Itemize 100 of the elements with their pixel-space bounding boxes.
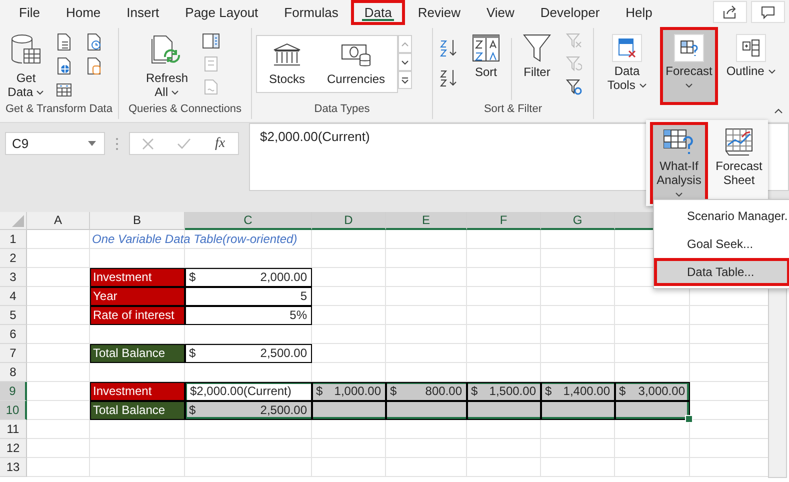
filter-refresh-icon bbox=[566, 56, 582, 72]
refresh-all-button[interactable]: Refresh All bbox=[139, 30, 195, 102]
ribbon-tab[interactable]: Insert bbox=[114, 0, 172, 25]
check-icon bbox=[177, 138, 191, 150]
ribbon-tab[interactable]: Formulas bbox=[271, 0, 352, 25]
ribbon-tab[interactable]: Page Layout bbox=[172, 0, 272, 25]
row-header[interactable]: 6 bbox=[0, 325, 27, 344]
table-cell: Investment bbox=[90, 382, 185, 401]
close-icon bbox=[142, 138, 154, 150]
ribbon-tab[interactable]: Review bbox=[404, 0, 474, 25]
name-box[interactable]: C9 bbox=[5, 132, 105, 155]
row-header[interactable]: 7 bbox=[0, 344, 27, 363]
document-icon bbox=[56, 33, 72, 51]
fill-handle[interactable] bbox=[685, 415, 693, 423]
document-database-icon bbox=[86, 57, 102, 75]
get-data-button[interactable]: Get Data bbox=[4, 30, 48, 102]
cell-value: 2,500.00 bbox=[260, 345, 307, 362]
insert-function-button[interactable]: fx bbox=[207, 134, 233, 154]
cell-value: 5 bbox=[300, 288, 307, 305]
table-delete-icon bbox=[617, 37, 637, 59]
cell-value: 5% bbox=[290, 307, 307, 324]
ribbon-button[interactable]: Forecast bbox=[660, 27, 718, 105]
column-header[interactable]: D bbox=[312, 212, 386, 230]
column-header[interactable]: F bbox=[467, 212, 541, 230]
ribbon-button[interactable]: What-If Analysis bbox=[650, 122, 708, 204]
table-cell: Total Balance bbox=[90, 344, 185, 363]
pane-icon bbox=[202, 33, 220, 49]
currency-symbol: $ bbox=[390, 383, 397, 400]
cell-value: 2,000.00 bbox=[260, 269, 307, 286]
group-label: Queries & Connections bbox=[127, 103, 243, 117]
group-label: Data Types bbox=[313, 103, 371, 117]
ribbon-tab[interactable]: File bbox=[6, 0, 53, 25]
menu-item[interactable]: Scenario Manager. bbox=[654, 202, 789, 230]
table-cell: Total Balance bbox=[90, 401, 185, 420]
menu-item[interactable]: Data Table... bbox=[654, 258, 789, 286]
sort-descending-icon bbox=[439, 68, 459, 88]
column-header[interactable]: G bbox=[541, 212, 615, 230]
column-header[interactable]: E bbox=[386, 212, 467, 230]
row-header[interactable]: 5 bbox=[0, 306, 27, 325]
cell-value: 3,000.00 bbox=[638, 383, 685, 400]
row-header[interactable]: 3 bbox=[0, 268, 27, 287]
document-globe-icon bbox=[56, 57, 72, 75]
cell-value: 800.00 bbox=[425, 383, 462, 400]
filter-button[interactable]: Filter bbox=[516, 30, 558, 82]
sort-ascending-icon bbox=[439, 38, 459, 58]
stocks-button[interactable]: Stocks bbox=[261, 36, 314, 92]
comment-icon bbox=[760, 4, 776, 20]
scroll-down-button[interactable] bbox=[398, 53, 412, 71]
group-label: Get & Transform Data bbox=[4, 103, 114, 117]
currency-symbol: $ bbox=[189, 345, 196, 362]
dropdown-icon bbox=[88, 141, 96, 146]
table-icon bbox=[56, 82, 72, 98]
row-header[interactable]: 9 bbox=[0, 382, 27, 401]
ribbon-tab[interactable]: View bbox=[473, 0, 528, 25]
document-clock-icon bbox=[86, 33, 102, 51]
row-header[interactable]: 8 bbox=[0, 363, 27, 382]
triangle-icon bbox=[12, 215, 24, 227]
row-header[interactable]: 11 bbox=[0, 420, 27, 439]
group-label: Sort & Filter bbox=[482, 103, 544, 117]
row-header[interactable]: 2 bbox=[0, 249, 27, 268]
table-question-icon bbox=[679, 38, 699, 58]
currency-symbol: $ bbox=[189, 269, 196, 286]
share-button[interactable] bbox=[713, 1, 747, 23]
ribbon-button[interactable]: Outline bbox=[722, 27, 780, 105]
cell-value: 1,400.00 bbox=[563, 383, 610, 400]
table-cell: Rate of interest bbox=[90, 306, 185, 325]
currencies-button[interactable]: Currencies bbox=[319, 36, 394, 92]
currency-symbol: $ bbox=[545, 383, 552, 400]
ribbon-tab[interactable]: Data bbox=[351, 0, 405, 25]
more-icon bbox=[401, 76, 410, 84]
sort-icon bbox=[472, 33, 500, 63]
filter-clear-icon bbox=[566, 33, 582, 49]
ribbon-tab[interactable]: Help bbox=[612, 0, 666, 25]
table-cell: Investment bbox=[90, 268, 185, 287]
row-header[interactable]: 10 bbox=[0, 401, 27, 420]
menu-item[interactable]: Goal Seek... bbox=[654, 230, 789, 258]
row-header[interactable]: 4 bbox=[0, 287, 27, 306]
column-header[interactable]: C bbox=[185, 212, 312, 230]
filter-icon bbox=[523, 33, 551, 63]
row-header[interactable]: 1 bbox=[0, 230, 27, 249]
chevron-up-icon bbox=[774, 108, 782, 114]
money-icon bbox=[340, 42, 372, 68]
currency-symbol: $ bbox=[619, 383, 626, 400]
bank-icon bbox=[272, 42, 302, 68]
row-header[interactable]: 13 bbox=[0, 458, 27, 477]
ribbon-tab[interactable]: Developer bbox=[527, 0, 613, 25]
comments-button[interactable] bbox=[751, 1, 785, 23]
outline-icon bbox=[741, 38, 761, 58]
more-button[interactable] bbox=[398, 71, 412, 89]
cell-value: 1,000.00 bbox=[334, 383, 381, 400]
filter-gear-icon bbox=[566, 79, 582, 95]
row-header[interactable]: 12 bbox=[0, 439, 27, 458]
currency-symbol: $ bbox=[316, 383, 323, 400]
currency-symbol: $ bbox=[189, 402, 196, 419]
table-question-icon bbox=[662, 127, 696, 157]
ribbon-tab[interactable]: Home bbox=[52, 0, 114, 25]
document-link-icon bbox=[204, 79, 218, 95]
ribbon-button[interactable]: Data Tools bbox=[598, 27, 656, 105]
share-icon bbox=[722, 4, 738, 20]
sort-button[interactable]: Sort bbox=[465, 30, 507, 82]
